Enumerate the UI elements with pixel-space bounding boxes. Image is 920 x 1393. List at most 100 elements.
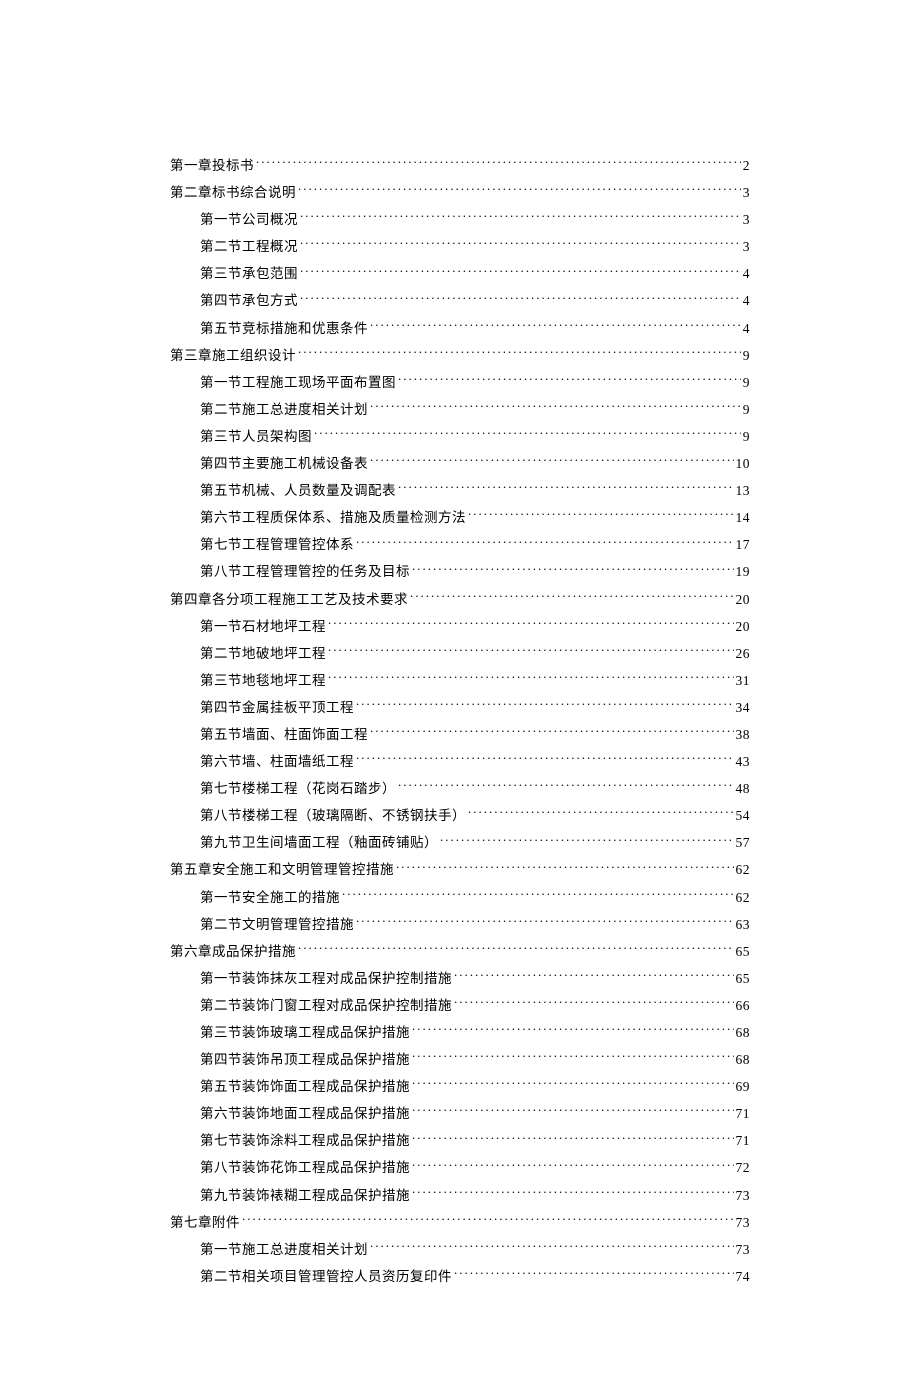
toc-entry: 第一节施工总进度相关计划 73 — [170, 1239, 750, 1261]
toc-entry-label: 第一节石材地坪工程 — [200, 616, 326, 638]
toc-entry-page: 62 — [736, 887, 751, 909]
toc-entry: 第九节装饰裱糊工程成品保护措施73 — [170, 1185, 750, 1207]
toc-entry: 第三节地毯地坪工程31 — [170, 670, 750, 692]
toc-entry-page: 20 — [736, 616, 751, 638]
toc-entry-label: 第五节装饰饰面工程成品保护措施 — [200, 1076, 410, 1098]
toc-leader-dots — [412, 1076, 734, 1091]
toc-entry-label: 第八节装饰花饰工程成品保护措施 — [200, 1157, 410, 1179]
toc-entry-label: 第六节墙、柱面墙纸工程 — [200, 751, 354, 773]
toc-leader-dots — [396, 860, 734, 875]
table-of-contents: 第一章投标书2第二章标书综合说明3第一节公司概况3第二节工程概况3第三节承包范围… — [170, 155, 750, 1287]
toc-entry-label: 第五章安全施工和文明管理管控措施 — [170, 859, 394, 881]
toc-entry: 第六章成品保护措施65 — [170, 941, 750, 963]
toc-entry-page: 73 — [736, 1239, 751, 1261]
toc-entry-page: 72 — [736, 1157, 751, 1179]
toc-entry: 第二章标书综合说明3 — [170, 182, 750, 204]
toc-entry-label: 第四节金属挂板平顶工程 — [200, 697, 354, 719]
toc-entry-page: 26 — [736, 643, 751, 665]
toc-leader-dots — [412, 1022, 734, 1037]
toc-leader-dots — [300, 236, 741, 251]
toc-entry-page: 73 — [736, 1185, 751, 1207]
toc-entry-page: 9 — [743, 372, 750, 394]
toc-entry: 第三节装饰玻璃工程成品保护措施 68 — [170, 1022, 750, 1044]
toc-entry-label: 第二节施工总进度相关计划 — [200, 399, 368, 421]
toc-entry: 第七节工程管理管控体系17 — [170, 534, 750, 556]
toc-entry-page: 57 — [736, 832, 751, 854]
toc-leader-dots — [412, 1185, 734, 1200]
toc-leader-dots — [398, 480, 734, 495]
toc-entry: 第二节地破地坪工程26 — [170, 643, 750, 665]
toc-entry-label: 第四节承包方式 — [200, 290, 298, 312]
toc-entry-label: 第一节装饰抹灰工程对成品保护控制措施 — [200, 968, 452, 990]
toc-entry-page: 48 — [736, 778, 751, 800]
toc-leader-dots — [412, 1158, 734, 1173]
toc-entry-label: 第四节装饰吊顶工程成品保护措施 — [200, 1049, 410, 1071]
toc-entry-label: 第六节工程质保体系、措施及质量检测方法 — [200, 507, 466, 529]
toc-leader-dots — [328, 616, 734, 631]
toc-entry-page: 69 — [736, 1076, 751, 1098]
toc-entry-label: 第三节承包范围 — [200, 263, 298, 285]
toc-entry-page: 3 — [743, 209, 750, 231]
toc-entry: 第四节装饰吊顶工程成品保护措施68 — [170, 1049, 750, 1071]
toc-entry-page: 20 — [736, 589, 751, 611]
toc-entry-label: 第三节人员架构图 — [200, 426, 312, 448]
toc-entry-label: 第五节竞标措施和优惠条件 — [200, 318, 368, 340]
toc-entry-label: 第二章标书综合说明 — [170, 182, 296, 204]
toc-entry: 第七节楼梯工程（花岗石踏步） 48 — [170, 778, 750, 800]
toc-entry: 第五节装饰饰面工程成品保护措施 69 — [170, 1076, 750, 1098]
toc-entry-page: 31 — [736, 670, 751, 692]
toc-entry-label: 第一节安全施工的措施 — [200, 887, 340, 909]
toc-entry: 第四节金属挂板平顶工程34 — [170, 697, 750, 719]
toc-entry: 第二节装饰门窗工程对成品保护控制措施66 — [170, 995, 750, 1017]
toc-entry-page: 10 — [736, 453, 751, 475]
toc-entry-label: 第七章附件 — [170, 1212, 240, 1234]
toc-leader-dots — [370, 724, 734, 739]
toc-entry-label: 第三章施工组织设计 — [170, 345, 296, 367]
toc-leader-dots — [328, 670, 734, 685]
toc-entry-label: 第二节相关项目管理管控人员资历复印件 — [200, 1266, 452, 1288]
toc-entry-label: 第一节施工总进度相关计划 — [200, 1239, 368, 1261]
toc-entry-page: 17 — [736, 534, 751, 556]
toc-entry: 第一节工程施工现场平面布置图9 — [170, 372, 750, 394]
toc-leader-dots — [356, 697, 734, 712]
toc-entry: 第二节文明管理管控措施 63 — [170, 914, 750, 936]
toc-entry: 第一节公司概况3 — [170, 209, 750, 231]
toc-entry-page: 63 — [736, 914, 751, 936]
toc-leader-dots — [370, 399, 741, 414]
toc-leader-dots — [410, 589, 734, 604]
toc-entry-page: 38 — [736, 724, 751, 746]
toc-entry-label: 第八节楼梯工程（玻璃隔断、不锈钢扶手） — [200, 805, 466, 827]
toc-leader-dots — [256, 155, 741, 170]
toc-leader-dots — [300, 291, 741, 306]
toc-leader-dots — [342, 887, 734, 902]
toc-leader-dots — [412, 1049, 734, 1064]
toc-leader-dots — [412, 1103, 734, 1118]
toc-entry-label: 第六节装饰地面工程成品保护措施 — [200, 1103, 410, 1125]
toc-entry-page: 19 — [736, 561, 751, 583]
toc-entry: 第五章安全施工和文明管理管控措施 62 — [170, 859, 750, 881]
toc-entry-page: 3 — [743, 236, 750, 258]
toc-entry-label: 第二节文明管理管控措施 — [200, 914, 354, 936]
toc-leader-dots — [412, 1131, 734, 1146]
toc-entry: 第七章附件73 — [170, 1212, 750, 1234]
toc-entry-label: 第四章各分项工程施工工艺及技术要求 — [170, 589, 408, 611]
toc-entry-label: 第二节工程概况 — [200, 236, 298, 258]
toc-entry-page: 14 — [736, 507, 751, 529]
toc-leader-dots — [454, 995, 734, 1010]
toc-entry-page: 71 — [736, 1130, 751, 1152]
toc-entry-page: 68 — [736, 1022, 751, 1044]
toc-leader-dots — [398, 372, 741, 387]
toc-entry: 第四章各分项工程施工工艺及技术要求 20 — [170, 589, 750, 611]
toc-entry: 第一节安全施工的措施 62 — [170, 887, 750, 909]
toc-entry-label: 第八节工程管理管控的任务及目标 — [200, 561, 410, 583]
toc-leader-dots — [356, 914, 734, 929]
toc-leader-dots — [370, 1239, 734, 1254]
toc-entry-label: 第三节装饰玻璃工程成品保护措施 — [200, 1022, 410, 1044]
toc-entry: 第六节装饰地面工程成品保护措施71 — [170, 1103, 750, 1125]
document-page: 第一章投标书2第二章标书综合说明3第一节公司概况3第二节工程概况3第三节承包范围… — [0, 0, 920, 1393]
toc-entry-page: 62 — [736, 859, 751, 881]
toc-entry-page: 9 — [743, 345, 750, 367]
toc-entry-page: 2 — [743, 155, 750, 177]
toc-entry: 第七节装饰涂料工程成品保护措施71 — [170, 1130, 750, 1152]
toc-entry-label: 第七节楼梯工程（花岗石踏步） — [200, 778, 396, 800]
